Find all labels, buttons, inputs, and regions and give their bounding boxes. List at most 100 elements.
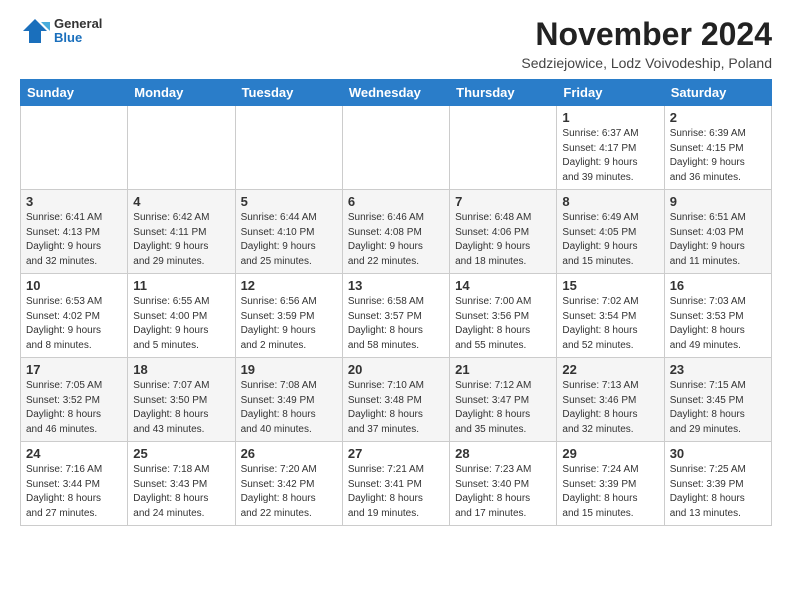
logo: General Blue	[20, 16, 102, 46]
day-number: 14	[455, 278, 551, 293]
table-row: 4Sunrise: 6:42 AM Sunset: 4:11 PM Daylig…	[128, 190, 235, 274]
table-row: 11Sunrise: 6:55 AM Sunset: 4:00 PM Dayli…	[128, 274, 235, 358]
location: Sedziejowice, Lodz Voivodeship, Poland	[521, 55, 772, 71]
table-row: 29Sunrise: 7:24 AM Sunset: 3:39 PM Dayli…	[557, 442, 664, 526]
header-monday: Monday	[128, 80, 235, 106]
day-info: Sunrise: 7:02 AM Sunset: 3:54 PM Dayligh…	[562, 295, 658, 353]
table-row	[342, 106, 449, 190]
logo-text: General Blue	[54, 17, 102, 46]
calendar-header-row: Sunday Monday Tuesday Wednesday Thursday…	[21, 80, 772, 106]
calendar-week-row: 17Sunrise: 7:05 AM Sunset: 3:52 PM Dayli…	[21, 358, 772, 442]
day-number: 9	[670, 194, 766, 209]
day-info: Sunrise: 6:58 AM Sunset: 3:57 PM Dayligh…	[348, 295, 444, 353]
table-row: 14Sunrise: 7:00 AM Sunset: 3:56 PM Dayli…	[450, 274, 557, 358]
day-number: 15	[562, 278, 658, 293]
table-row: 23Sunrise: 7:15 AM Sunset: 3:45 PM Dayli…	[664, 358, 771, 442]
day-number: 30	[670, 446, 766, 461]
day-info: Sunrise: 6:41 AM Sunset: 4:13 PM Dayligh…	[26, 211, 122, 269]
table-row: 6 Sunrise: 6:46 AM Sunset: 4:08 PM Daylig…	[342, 190, 449, 274]
table-row: 17Sunrise: 7:05 AM Sunset: 3:52 PM Dayli…	[21, 358, 128, 442]
table-row: 10Sunrise: 6:53 AM Sunset: 4:02 PM Dayli…	[21, 274, 128, 358]
day-info: Sunrise: 6:39 AM Sunset: 4:15 PM Dayligh…	[670, 127, 766, 185]
table-row	[21, 106, 128, 190]
table-row: 12Sunrise: 6:56 AM Sunset: 3:59 PM Dayli…	[235, 274, 342, 358]
table-row: 1 Sunrise: 6:37 AM Sunset: 4:17 PM Daylig…	[557, 106, 664, 190]
day-info: Sunrise: 6:51 AM Sunset: 4:03 PM Dayligh…	[670, 211, 766, 269]
header-wednesday: Wednesday	[342, 80, 449, 106]
header-thursday: Thursday	[450, 80, 557, 106]
day-number: 25	[133, 446, 229, 461]
day-number: 21	[455, 362, 551, 377]
table-row: 28 Sunrise: 7:23 AM Sunset: 3:40 PM Dayli…	[450, 442, 557, 526]
table-row: 8Sunrise: 6:49 AM Sunset: 4:05 PM Daylig…	[557, 190, 664, 274]
table-row: 22 Sunrise: 7:13 AM Sunset: 3:46 PM Dayli…	[557, 358, 664, 442]
table-row: 21 Sunrise: 7:12 AM Sunset: 3:47 PM Dayli…	[450, 358, 557, 442]
table-row: 3 Sunrise: 6:41 AM Sunset: 4:13 PM Daylig…	[21, 190, 128, 274]
day-number: 10	[26, 278, 122, 293]
day-number: 2	[670, 110, 766, 125]
day-info: Sunrise: 6:46 AM Sunset: 4:08 PM Dayligh…	[348, 211, 444, 269]
day-number: 27	[348, 446, 444, 461]
day-number: 16	[670, 278, 766, 293]
table-row: 7 Sunrise: 6:48 AM Sunset: 4:06 PM Daylig…	[450, 190, 557, 274]
calendar-week-row: 10Sunrise: 6:53 AM Sunset: 4:02 PM Dayli…	[21, 274, 772, 358]
table-row: 13Sunrise: 6:58 AM Sunset: 3:57 PM Dayli…	[342, 274, 449, 358]
day-info: Sunrise: 7:21 AM Sunset: 3:41 PM Dayligh…	[348, 463, 444, 521]
table-row	[450, 106, 557, 190]
day-info: Sunrise: 7:03 AM Sunset: 3:53 PM Dayligh…	[670, 295, 766, 353]
day-number: 3	[26, 194, 122, 209]
day-info: Sunrise: 7:23 AM Sunset: 3:40 PM Dayligh…	[455, 463, 551, 521]
table-row: 16 Sunrise: 7:03 AM Sunset: 3:53 PM Dayli…	[664, 274, 771, 358]
day-info: Sunrise: 7:12 AM Sunset: 3:47 PM Dayligh…	[455, 379, 551, 437]
day-number: 7	[455, 194, 551, 209]
day-info: Sunrise: 7:16 AM Sunset: 3:44 PM Dayligh…	[26, 463, 122, 521]
logo-blue: Blue	[54, 31, 102, 45]
day-number: 6	[348, 194, 444, 209]
day-number: 22	[562, 362, 658, 377]
table-row: 27 Sunrise: 7:21 AM Sunset: 3:41 PM Dayli…	[342, 442, 449, 526]
calendar-week-row: 3 Sunrise: 6:41 AM Sunset: 4:13 PM Daylig…	[21, 190, 772, 274]
day-number: 20	[348, 362, 444, 377]
day-number: 17	[26, 362, 122, 377]
day-info: Sunrise: 7:15 AM Sunset: 3:45 PM Dayligh…	[670, 379, 766, 437]
day-info: Sunrise: 7:07 AM Sunset: 3:50 PM Dayligh…	[133, 379, 229, 437]
day-info: Sunrise: 7:10 AM Sunset: 3:48 PM Dayligh…	[348, 379, 444, 437]
day-info: Sunrise: 6:48 AM Sunset: 4:06 PM Dayligh…	[455, 211, 551, 269]
logo-icon	[20, 16, 50, 46]
day-info: Sunrise: 7:20 AM Sunset: 3:42 PM Dayligh…	[241, 463, 337, 521]
day-number: 8	[562, 194, 658, 209]
table-row: 20 Sunrise: 7:10 AM Sunset: 3:48 PM Dayli…	[342, 358, 449, 442]
day-number: 12	[241, 278, 337, 293]
table-row: 9 Sunrise: 6:51 AM Sunset: 4:03 PM Daylig…	[664, 190, 771, 274]
table-row: 15 Sunrise: 7:02 AM Sunset: 3:54 PM Dayli…	[557, 274, 664, 358]
header-tuesday: Tuesday	[235, 80, 342, 106]
day-number: 29	[562, 446, 658, 461]
calendar: Sunday Monday Tuesday Wednesday Thursday…	[20, 79, 772, 526]
table-row: 26 Sunrise: 7:20 AM Sunset: 3:42 PM Dayli…	[235, 442, 342, 526]
day-info: Sunrise: 6:44 AM Sunset: 4:10 PM Dayligh…	[241, 211, 337, 269]
day-number: 24	[26, 446, 122, 461]
day-info: Sunrise: 6:55 AM Sunset: 4:00 PM Dayligh…	[133, 295, 229, 353]
header: General Blue November 2024 Sedziejowice,…	[20, 16, 772, 71]
day-number: 19	[241, 362, 337, 377]
day-info: Sunrise: 6:42 AM Sunset: 4:11 PM Dayligh…	[133, 211, 229, 269]
logo-general: General	[54, 17, 102, 31]
table-row: 30Sunrise: 7:25 AM Sunset: 3:39 PM Dayli…	[664, 442, 771, 526]
page: General Blue November 2024 Sedziejowice,…	[0, 0, 792, 542]
calendar-week-row: 1 Sunrise: 6:37 AM Sunset: 4:17 PM Daylig…	[21, 106, 772, 190]
header-sunday: Sunday	[21, 80, 128, 106]
day-info: Sunrise: 7:13 AM Sunset: 3:46 PM Dayligh…	[562, 379, 658, 437]
day-info: Sunrise: 7:08 AM Sunset: 3:49 PM Dayligh…	[241, 379, 337, 437]
day-number: 1	[562, 110, 658, 125]
day-number: 26	[241, 446, 337, 461]
table-row	[235, 106, 342, 190]
table-row: 5 Sunrise: 6:44 AM Sunset: 4:10 PM Daylig…	[235, 190, 342, 274]
title-block: November 2024 Sedziejowice, Lodz Voivode…	[521, 16, 772, 71]
table-row: 2 Sunrise: 6:39 AM Sunset: 4:15 PM Daylig…	[664, 106, 771, 190]
day-number: 5	[241, 194, 337, 209]
day-number: 28	[455, 446, 551, 461]
table-row	[128, 106, 235, 190]
day-info: Sunrise: 6:37 AM Sunset: 4:17 PM Dayligh…	[562, 127, 658, 185]
day-number: 18	[133, 362, 229, 377]
header-saturday: Saturday	[664, 80, 771, 106]
